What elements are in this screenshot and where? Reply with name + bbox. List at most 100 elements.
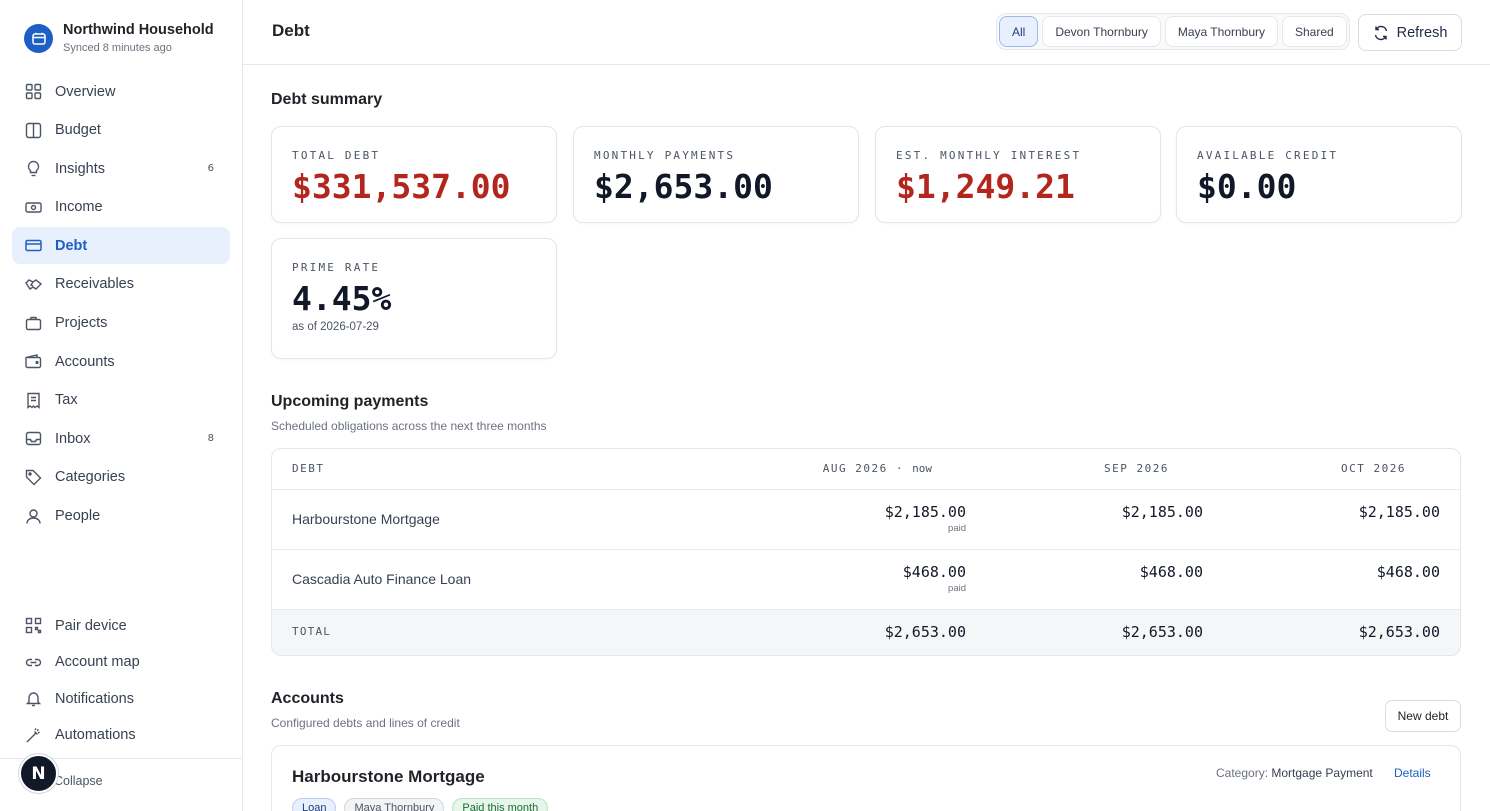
refresh-button[interactable]: Refresh [1358, 14, 1462, 51]
sidebar-item-label: Income [55, 199, 103, 216]
column-header-sep: SEP 2026 [1104, 462, 1169, 475]
sidebar-item-projects[interactable]: Projects [12, 305, 230, 342]
status-chip: Paid this month [452, 798, 549, 811]
payment-aug: $468.00 [902, 563, 966, 581]
card-label: TOTAL DEBT [292, 149, 381, 162]
accounts-subtitle: Configured debts and lines of credit [271, 716, 460, 730]
filter-all[interactable]: All [999, 16, 1039, 47]
tag-icon [24, 468, 43, 487]
sidebar-item-receivables[interactable]: Receivables [12, 266, 230, 303]
debt-name: Harbourstone Mortgage [292, 511, 440, 527]
page-title: Debt [272, 21, 310, 40]
sidebar-item-label: Tax [55, 392, 78, 409]
account-category: Category: Mortgage Payment [1216, 766, 1373, 780]
now-label: now [912, 462, 932, 475]
sidebar-item-label: Projects [55, 315, 108, 332]
sidebar-item-label: Overview [55, 83, 116, 100]
app-root: Northwind Household Synced 8 minutes ago… [0, 0, 1490, 811]
sidebar-item-label: Account map [55, 654, 140, 670]
debt-name: Cascadia Auto Finance Loan [292, 571, 472, 587]
table-total-row: TOTAL $2,653.00 $2,653.00 $2,653.00 [272, 610, 1460, 655]
collapse-label: Collapse [54, 774, 103, 788]
sidebar-item-label: Automations [55, 727, 136, 743]
sidebar-item-label: Inbox [55, 430, 91, 447]
sidebar-item-label: Notifications [55, 690, 134, 707]
sidebar-item-label: Receivables [55, 276, 134, 293]
sidebar-item-accounts[interactable]: Accounts [12, 343, 230, 380]
monthly-interest-card: EST. MONTHLY INTEREST $1,249.21 [875, 126, 1161, 223]
total-debt-value: $331,537.00 [292, 167, 511, 206]
debt-account-card[interactable]: Harbourstone Mortgage Category: Mortgage… [271, 745, 1461, 811]
sidebar-item-categories[interactable]: Categories [12, 459, 230, 496]
sidebar-item-label: Budget [55, 122, 101, 139]
payment-aug: $2,185.00 [884, 503, 966, 521]
filter-maya-thornbury[interactable]: Maya Thornbury [1164, 16, 1278, 47]
inbox-count-badge: 8 [207, 433, 214, 445]
lightbulb-icon [24, 159, 43, 178]
payment-sep: $2,185.00 [1121, 503, 1203, 521]
sidebar-item-income[interactable]: Income [12, 189, 230, 226]
sidebar-item-insights[interactable]: Insights 6 [12, 150, 230, 187]
sync-status: Synced 8 minutes ago [63, 42, 172, 54]
sidebar-item-label: People [55, 508, 101, 525]
monthly-payments-value: $2,653.00 [594, 167, 773, 206]
sidebar-item-budget[interactable]: Budget [12, 112, 230, 149]
sidebar-item-inbox[interactable]: Inbox 8 [12, 420, 230, 457]
sidebar-item-tax[interactable]: Tax [12, 382, 230, 419]
receipt-icon [24, 391, 43, 410]
accounts-title: Accounts [271, 690, 344, 707]
payment-oct: $468.00 [1376, 563, 1440, 581]
column-header-aug: AUG 2026 · now [822, 462, 932, 475]
sidebar-item-notifications[interactable]: Notifications [12, 681, 230, 716]
new-debt-button[interactable]: New debt [1385, 700, 1461, 732]
sidebar-bottom-nav: Pair device Account map Notifications Au… [12, 608, 230, 754]
column-header-oct: OCT 2026 [1341, 462, 1406, 475]
sidebar-item-label: Accounts [55, 353, 115, 370]
prime-rate-date: as of 2026-07-29 [292, 321, 379, 333]
sidebar-item-account-map[interactable]: Account map [12, 645, 230, 680]
sidebar-item-debt[interactable]: Debt [12, 227, 230, 265]
insights-count-badge: 6 [207, 163, 214, 175]
grid-icon [24, 82, 43, 101]
card-label: PRIME RATE [292, 261, 381, 274]
qr-code-icon [24, 616, 43, 635]
table-row[interactable]: Cascadia Auto Finance Loan $468.00 paid … [272, 550, 1460, 610]
table-row[interactable]: Harbourstone Mortgage $2,185.00 paid $2,… [272, 490, 1460, 550]
filter-devon-thornbury[interactable]: Devon Thornbury [1042, 16, 1161, 47]
columns-icon [24, 121, 43, 140]
sidebar-item-label: Categories [55, 469, 126, 486]
banknote-icon [24, 198, 43, 217]
brand: Northwind Household Synced 8 minutes ago [24, 20, 214, 55]
available-credit-value: $0.00 [1197, 167, 1297, 206]
sidebar-item-people[interactable]: People [12, 498, 230, 535]
details-link[interactable]: Details [1394, 766, 1431, 780]
card-label: MONTHLY PAYMENTS [594, 149, 736, 162]
sidebar-item-pair-device[interactable]: Pair device [12, 608, 230, 643]
paid-label: paid [948, 523, 966, 534]
person-filter: All Devon Thornbury Maya Thornbury Share… [996, 13, 1350, 50]
total-oct: $2,653.00 [1358, 623, 1440, 641]
account-name: Harbourstone Mortgage [292, 767, 485, 786]
card-label: EST. MONTHLY INTEREST [896, 149, 1082, 162]
refresh-icon [1373, 25, 1389, 41]
total-label: TOTAL [292, 625, 332, 638]
avatar[interactable]: N [19, 754, 58, 793]
card-label: AVAILABLE CREDIT [1197, 149, 1339, 162]
sidebar-item-overview[interactable]: Overview [12, 73, 230, 110]
payment-oct: $2,185.00 [1358, 503, 1440, 521]
sidebar-nav: Overview Budget Insights 6 Income Debt R… [12, 73, 230, 536]
account-chips: Loan Maya Thornbury Paid this month [292, 798, 556, 811]
sidebar: Northwind Household Synced 8 minutes ago… [0, 0, 243, 811]
credit-card-icon [24, 236, 43, 255]
wand-icon [24, 726, 43, 745]
prime-rate-value: 4.45% [292, 279, 392, 318]
filter-shared[interactable]: Shared [1282, 16, 1347, 47]
sidebar-item-automations[interactable]: Automations [12, 718, 230, 753]
type-chip: Loan [292, 798, 337, 811]
upcoming-payments-title: Upcoming payments [271, 393, 429, 410]
prime-rate-card: PRIME RATE 4.45% as of 2026-07-29 [271, 238, 557, 359]
user-icon [24, 507, 43, 526]
available-credit-card: AVAILABLE CREDIT $0.00 [1176, 126, 1462, 223]
handshake-icon [24, 275, 43, 294]
bell-icon [24, 689, 43, 708]
